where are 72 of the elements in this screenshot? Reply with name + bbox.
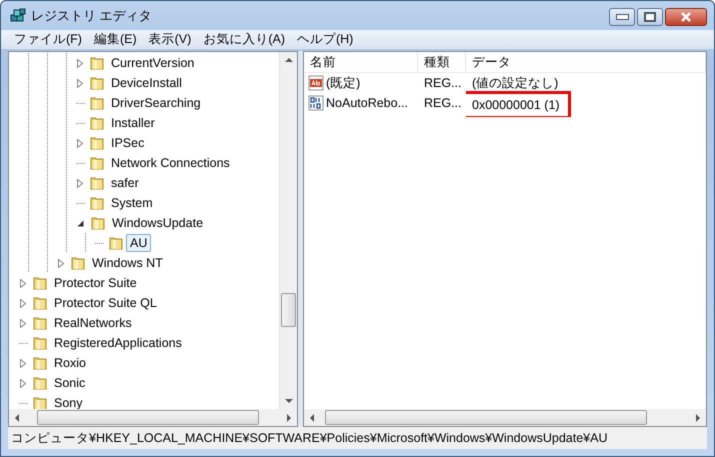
folder-icon — [89, 195, 105, 211]
folder-icon — [32, 355, 48, 371]
menu-item[interactable]: ヘルプ(H) — [292, 31, 360, 48]
cubes-icon — [10, 8, 26, 24]
column-header[interactable]: 種類 — [418, 52, 466, 72]
expand-arrow-icon[interactable] — [20, 298, 26, 308]
column-header[interactable]: 名前 — [304, 52, 418, 72]
binary-value-icon — [308, 95, 324, 111]
minimize-button[interactable] — [609, 8, 635, 26]
tree-item[interactable]: Network Connections — [107, 154, 234, 172]
status-path: コンピュータ¥HKEY_LOCAL_MACHINE¥SOFTWARE¥Policies¥Microsoft¥Windows¥WindowsUpdate¥AU — [11, 430, 608, 446]
expand-arrow-icon[interactable] — [77, 58, 83, 68]
expand-arrow-icon[interactable] — [77, 138, 83, 148]
tree-item[interactable]: Windows NT — [88, 254, 167, 272]
tree-item[interactable]: RealNetworks — [50, 314, 136, 332]
tree-item[interactable]: DeviceInstall — [107, 74, 186, 92]
expand-arrow-icon[interactable] — [20, 278, 26, 288]
window-title: レジストリ エディタ — [31, 6, 152, 24]
tree-item[interactable]: RegisteredApplications — [50, 334, 186, 352]
highlighted-value-data: 0x00000001 (1) — [466, 91, 571, 117]
menu-item[interactable]: ファイル(F) — [9, 31, 89, 48]
folder-icon — [32, 375, 48, 391]
folder-icon — [90, 215, 106, 231]
value-data: (値の設定なし) — [471, 74, 560, 92]
tree-item[interactable]: System — [107, 194, 157, 212]
expand-arrow-icon[interactable] — [77, 78, 83, 88]
string-value-icon — [308, 75, 324, 91]
value-type: REG... — [423, 96, 463, 110]
column-header[interactable]: データ — [466, 52, 706, 72]
folder-icon — [89, 175, 105, 191]
tree-item[interactable]: IPSec — [107, 134, 148, 152]
close-icon — [679, 12, 693, 22]
collapse-arrow-icon[interactable] — [77, 220, 84, 226]
maximize-button[interactable] — [637, 8, 663, 26]
tree-item[interactable]: CurrentVersion — [107, 54, 198, 72]
tree-item[interactable]: Installer — [107, 114, 159, 132]
tree-item[interactable]: Sonic — [50, 374, 90, 392]
folder-icon — [32, 295, 48, 311]
expand-arrow-icon[interactable] — [58, 258, 64, 268]
menu-item[interactable]: お気に入り(A) — [198, 31, 292, 48]
value-name[interactable]: (既定) — [326, 74, 360, 92]
folder-icon — [32, 315, 48, 331]
folder-icon — [89, 115, 105, 131]
horizontal-scrollbar[interactable] — [304, 409, 706, 426]
folder-icon — [108, 235, 124, 251]
folder-icon — [89, 135, 105, 151]
value-name[interactable]: NoAutoRebo... — [326, 96, 408, 110]
expand-arrow-icon[interactable] — [77, 178, 83, 188]
menu-item[interactable]: 表示(V) — [144, 31, 198, 48]
vertical-scrollbar[interactable] — [279, 52, 297, 409]
folder-icon — [32, 335, 48, 351]
folder-icon — [89, 95, 105, 111]
tree-item[interactable]: DriverSearching — [107, 94, 205, 112]
folder-icon — [89, 155, 105, 171]
folder-icon — [70, 255, 86, 271]
expand-arrow-icon[interactable] — [20, 318, 26, 328]
folder-icon — [89, 75, 105, 91]
folder-icon — [32, 395, 48, 409]
horizontal-scrollbar[interactable] — [9, 409, 297, 426]
folder-icon — [32, 275, 48, 291]
expand-arrow-icon[interactable] — [20, 358, 26, 368]
tree-item[interactable]: Roxio — [50, 354, 90, 372]
close-button[interactable] — [665, 8, 707, 26]
folder-icon — [89, 55, 105, 71]
tree-item[interactable]: AU — [126, 234, 152, 252]
menu-item[interactable]: 編集(E) — [88, 31, 144, 48]
expand-arrow-icon[interactable] — [20, 378, 26, 388]
tree-item[interactable]: WindowsUpdate — [108, 214, 208, 232]
value-type: REG... — [423, 76, 463, 90]
tree-item[interactable]: safer — [107, 174, 143, 192]
tree-item[interactable]: Protector Suite QL — [50, 294, 161, 312]
tree-item[interactable]: Protector Suite — [50, 274, 141, 292]
